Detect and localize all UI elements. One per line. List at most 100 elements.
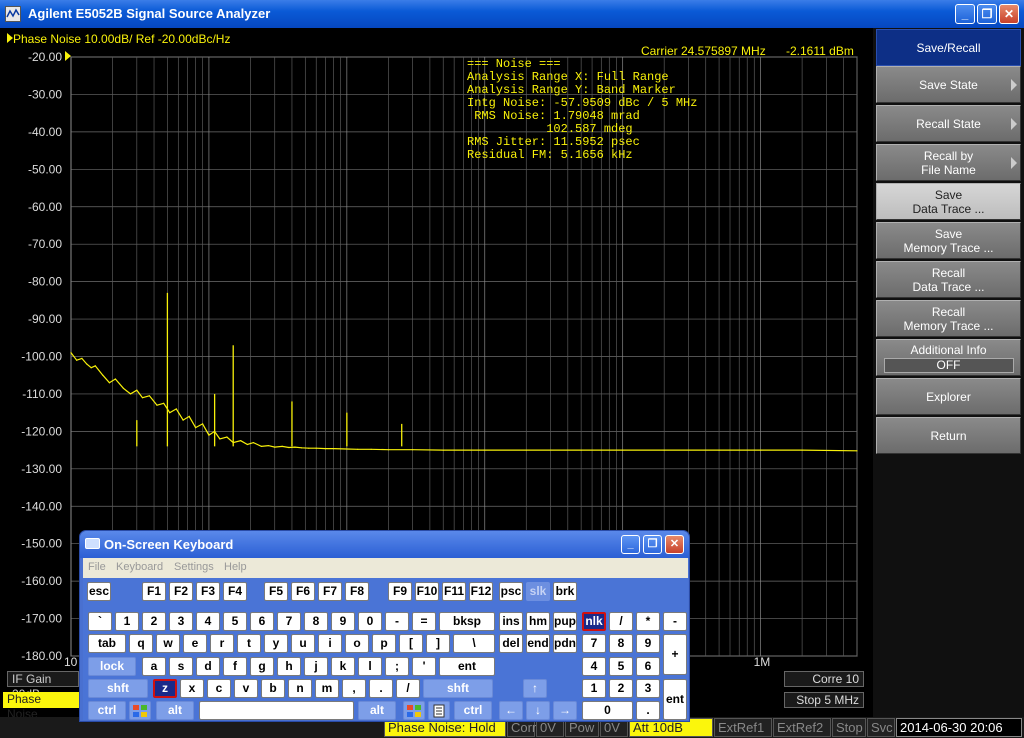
key-r5-1[interactable]: z <box>153 679 177 698</box>
key-r3-11[interactable]: [ <box>399 634 423 653</box>
key-r3-9[interactable]: o <box>345 634 369 653</box>
key-r3-14[interactable]: del <box>499 634 523 653</box>
softkey-5[interactable]: Save Memory Trace ... <box>876 222 1021 259</box>
osk-titlebar[interactable]: On-Screen Keyboard _ ❐ ✕ <box>80 531 689 558</box>
key-r5-3[interactable]: c <box>207 679 231 698</box>
key-r3-15[interactable]: end <box>526 634 550 653</box>
key-r4-15[interactable]: 6 <box>636 657 660 676</box>
key-r3-19[interactable]: 9 <box>636 634 660 653</box>
key-r5-10[interactable]: / <box>396 679 420 698</box>
osk-menu-file[interactable]: File <box>88 561 106 573</box>
key-r5-5[interactable]: b <box>261 679 285 698</box>
key-r6-5[interactable]: ↓ <box>526 701 550 720</box>
osk-maximize-button[interactable]: ❐ <box>643 535 662 554</box>
key-r4-14[interactable]: 5 <box>609 657 633 676</box>
key-r4-5[interactable]: g <box>250 657 274 676</box>
key-r5-8[interactable]: , <box>342 679 366 698</box>
key-r2-17[interactable]: nlk <box>582 612 606 631</box>
minimize-button[interactable]: _ <box>955 4 975 24</box>
key-r5-0[interactable]: shft <box>88 679 148 698</box>
key-r1-15[interactable]: brk <box>553 582 577 601</box>
key-r1-9[interactable]: F9 <box>388 582 412 601</box>
key-r3-4[interactable]: r <box>210 634 234 653</box>
key-r3-0[interactable]: tab <box>88 634 126 653</box>
key-r5-7[interactable]: m <box>315 679 339 698</box>
key-r5-15[interactable]: 3 <box>636 679 660 698</box>
key-r6-3[interactable]: ctrl <box>454 701 492 720</box>
key-r6-4[interactable]: ← <box>499 701 523 720</box>
key-r2-5[interactable]: 5 <box>223 612 247 631</box>
key-r2-14[interactable]: ins <box>499 612 523 631</box>
key-r5-4[interactable]: v <box>234 679 258 698</box>
softkey-3[interactable]: Recall by File Name <box>876 144 1021 181</box>
key-r5-14[interactable]: 2 <box>609 679 633 698</box>
key-r1-0[interactable]: esc <box>87 582 111 601</box>
key-r3-2[interactable]: w <box>156 634 180 653</box>
key-r6-6[interactable]: → <box>553 701 577 720</box>
key-r2-11[interactable]: - <box>385 612 409 631</box>
key-r1-1[interactable]: F1 <box>142 582 166 601</box>
key-r5-9[interactable]: . <box>369 679 393 698</box>
key-r2-12[interactable]: = <box>412 612 436 631</box>
key-r2-18[interactable]: / <box>609 612 633 631</box>
osk-menu-settings[interactable]: Settings <box>174 561 214 573</box>
softkey-6[interactable]: Recall Data Trace ... <box>876 261 1021 298</box>
key-r4-1[interactable]: a <box>142 657 166 676</box>
key-r6-1[interactable]: alt <box>156 701 194 720</box>
key-r3-13[interactable]: \ <box>453 634 495 653</box>
windows-key-icon[interactable] <box>129 701 151 720</box>
key-r4-0[interactable]: lock <box>88 657 136 676</box>
key-r6-7[interactable]: 0 <box>582 701 633 720</box>
key-r2-1[interactable]: 1 <box>115 612 139 631</box>
key-r1-3[interactable]: F3 <box>196 582 220 601</box>
key-r2-15[interactable]: hm <box>526 612 550 631</box>
key-r4-3[interactable]: d <box>196 657 220 676</box>
osk-minimize-button[interactable]: _ <box>621 535 640 554</box>
key-r2-16[interactable]: pup <box>553 612 577 631</box>
softkey-2[interactable]: Recall State <box>876 105 1021 142</box>
key-r1-8[interactable]: F8 <box>345 582 369 601</box>
key-r4-10[interactable]: ; <box>385 657 409 676</box>
key-r3-16[interactable]: pdn <box>553 634 577 653</box>
key-r5-6[interactable]: n <box>288 679 312 698</box>
key-r3-20[interactable]: + <box>663 634 687 675</box>
softkey-1[interactable]: Save State <box>876 66 1021 103</box>
key-r1-4[interactable]: F4 <box>223 582 247 601</box>
key-r1-7[interactable]: F7 <box>318 582 342 601</box>
key-r1-2[interactable]: F2 <box>169 582 193 601</box>
key-r5-16[interactable]: ent <box>663 679 687 720</box>
softkey-10[interactable]: Return <box>876 417 1021 454</box>
key-r2-6[interactable]: 6 <box>250 612 274 631</box>
softkey-0[interactable]: Save/Recall <box>876 29 1021 66</box>
key-r3-8[interactable]: i <box>318 634 342 653</box>
key-r1-10[interactable]: F10 <box>415 582 439 601</box>
key-r5-2[interactable]: x <box>180 679 204 698</box>
key-r4-12[interactable]: ent <box>439 657 495 676</box>
key-r5-12[interactable]: ↑ <box>523 679 547 698</box>
restore-button[interactable]: ❐ <box>977 4 997 24</box>
key-r5-13[interactable]: 1 <box>582 679 606 698</box>
windows-key-icon[interactable] <box>403 701 425 720</box>
close-button[interactable]: ✕ <box>999 4 1019 24</box>
key-r2-0[interactable]: ` <box>88 612 112 631</box>
key-r6-8[interactable]: . <box>636 701 660 720</box>
phase-noise-tag[interactable]: Phase Noise <box>3 692 79 721</box>
osk-menu-keyboard[interactable]: Keyboard <box>116 561 163 573</box>
key-r4-7[interactable]: j <box>304 657 328 676</box>
softkey-7[interactable]: Recall Memory Trace ... <box>876 300 1021 337</box>
key-r1-13[interactable]: psc <box>499 582 523 601</box>
key-r2-10[interactable]: 0 <box>358 612 382 631</box>
key-r3-17[interactable]: 7 <box>582 634 606 653</box>
softkey-8[interactable]: Additional Info OFF <box>876 339 1021 376</box>
key-r3-12[interactable]: ] <box>426 634 450 653</box>
softkey-9[interactable]: Explorer <box>876 378 1021 415</box>
key-r2-20[interactable]: - <box>663 612 687 631</box>
key-space[interactable] <box>199 701 354 720</box>
key-r2-4[interactable]: 4 <box>196 612 220 631</box>
key-r2-2[interactable]: 2 <box>142 612 166 631</box>
on-screen-keyboard-window[interactable]: On-Screen Keyboard _ ❐ ✕ File Keyboard S… <box>79 530 690 722</box>
key-r1-11[interactable]: F11 <box>442 582 466 601</box>
key-r1-14[interactable]: slk <box>526 582 550 601</box>
key-r2-3[interactable]: 3 <box>169 612 193 631</box>
key-r3-1[interactable]: q <box>129 634 153 653</box>
